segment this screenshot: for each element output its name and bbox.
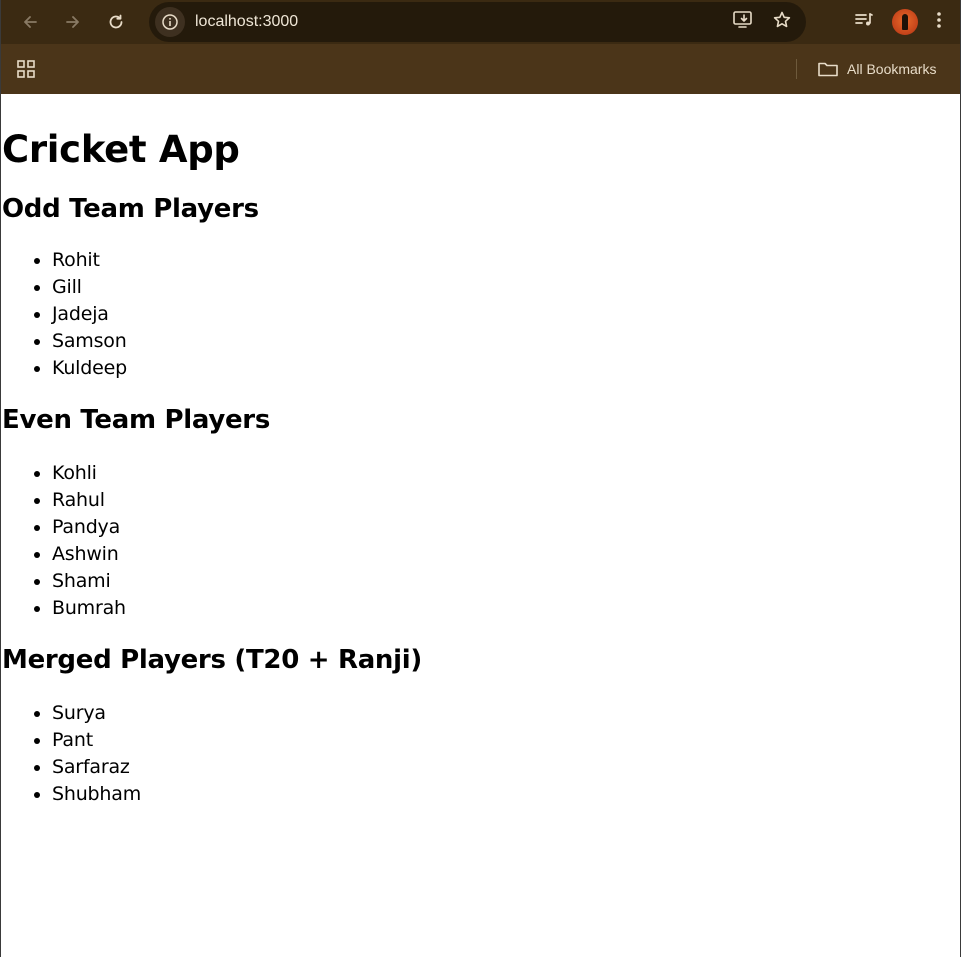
star-bookmark-icon[interactable] bbox=[772, 10, 792, 35]
list-item: Pandya bbox=[52, 514, 960, 541]
browser-toolbar: localhost:3000 bbox=[1, 0, 960, 44]
page-title: Cricket App bbox=[2, 128, 240, 171]
back-button[interactable] bbox=[15, 7, 45, 37]
reload-button[interactable] bbox=[101, 7, 131, 37]
odd-team-list: Rohit Gill Jadeja Samson Kuldeep bbox=[2, 247, 960, 382]
site-info-icon[interactable] bbox=[155, 7, 185, 37]
list-item: Kohli bbox=[52, 460, 960, 487]
arrow-left-icon bbox=[24, 16, 37, 28]
folder-icon bbox=[818, 62, 838, 77]
list-item: Shubham bbox=[52, 781, 960, 808]
odd-team-heading: Odd Team Players bbox=[2, 194, 259, 224]
forward-button[interactable] bbox=[58, 7, 88, 37]
profile-avatar[interactable] bbox=[892, 9, 918, 35]
page-content: Cricket App Odd Team Players Rohit Gill … bbox=[1, 125, 960, 808]
reload-icon bbox=[109, 14, 123, 29]
even-team-heading: Even Team Players bbox=[2, 405, 271, 435]
list-item: Pant bbox=[52, 727, 960, 754]
list-item: Ashwin bbox=[52, 541, 960, 568]
list-item: Sarfaraz bbox=[52, 754, 960, 781]
merged-players-list: Surya Pant Sarfaraz Shubham bbox=[2, 700, 960, 808]
even-team-list: Kohli Rahul Pandya Ashwin Shami Bumrah bbox=[2, 460, 960, 622]
list-item: Rohit bbox=[52, 247, 960, 274]
url-text[interactable]: localhost:3000 bbox=[195, 13, 298, 31]
kebab-menu-icon[interactable] bbox=[936, 10, 942, 35]
apps-grid-icon[interactable] bbox=[15, 58, 37, 80]
list-item: Shami bbox=[52, 568, 960, 595]
address-bar[interactable]: localhost:3000 bbox=[149, 2, 806, 42]
list-item: Kuldeep bbox=[52, 355, 960, 382]
arrow-right-icon bbox=[66, 16, 79, 28]
list-item: Jadeja bbox=[52, 301, 960, 328]
merged-players-heading: Merged Players (T20 + Ranji) bbox=[2, 645, 422, 675]
list-item: Surya bbox=[52, 700, 960, 727]
list-item: Samson bbox=[52, 328, 960, 355]
media-controls-icon[interactable] bbox=[854, 11, 874, 34]
install-app-icon[interactable] bbox=[732, 10, 754, 35]
list-item: Bumrah bbox=[52, 595, 960, 622]
list-item: Rahul bbox=[52, 487, 960, 514]
list-item: Gill bbox=[52, 274, 960, 301]
all-bookmarks-button[interactable]: All Bookmarks bbox=[817, 44, 936, 94]
bookmarks-separator bbox=[796, 59, 797, 79]
browser-window: localhost:3000 All Bookmarks Cricket App… bbox=[0, 0, 961, 957]
bookmarks-bar: All Bookmarks bbox=[1, 44, 960, 94]
all-bookmarks-label: All Bookmarks bbox=[847, 61, 937, 77]
